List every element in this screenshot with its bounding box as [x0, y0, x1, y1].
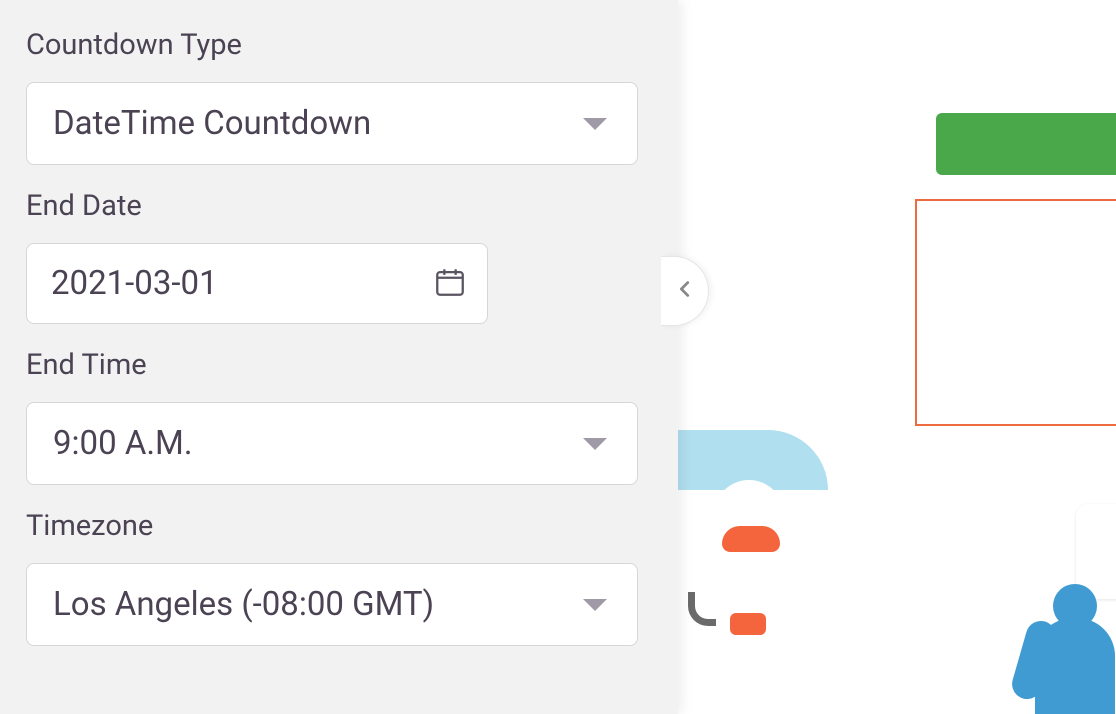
end-time-field: End Time 9:00 A.M. — [26, 348, 652, 485]
timezone-value: Los Angeles (-08:00 GMT) — [53, 585, 434, 624]
countdown-type-value: DateTime Countdown — [53, 104, 371, 143]
end-time-value: 9:00 A.M. — [53, 424, 193, 463]
end-date-field: End Date 2021-03-01 — [26, 189, 652, 324]
chevron-left-icon — [674, 275, 696, 307]
chevron-down-icon — [583, 118, 607, 130]
timezone-field: Timezone Los Angeles (-08:00 GMT) — [26, 509, 652, 646]
preview-green-button — [936, 113, 1116, 175]
preview-astronaut-graphic — [692, 480, 807, 635]
preview-area — [678, 0, 1116, 714]
app-root: Countdown Type DateTime Countdown End Da… — [0, 0, 1116, 714]
end-time-label: End Time — [26, 348, 652, 382]
timezone-select[interactable]: Los Angeles (-08:00 GMT) — [26, 563, 638, 646]
countdown-type-field: Countdown Type DateTime Countdown — [26, 28, 652, 165]
end-date-input[interactable]: 2021-03-01 — [26, 243, 488, 324]
preview-person-graphic — [1029, 584, 1116, 714]
timezone-label: Timezone — [26, 509, 652, 543]
end-time-select[interactable]: 9:00 A.M. — [26, 402, 638, 485]
countdown-type-select[interactable]: DateTime Countdown — [26, 82, 638, 165]
end-date-label: End Date — [26, 189, 652, 223]
countdown-type-label: Countdown Type — [26, 28, 652, 62]
preview-selection-outline — [915, 199, 1116, 426]
end-date-value: 2021-03-01 — [51, 264, 218, 303]
settings-panel: Countdown Type DateTime Countdown End Da… — [0, 0, 678, 714]
chevron-down-icon — [583, 599, 607, 611]
chevron-down-icon — [583, 438, 607, 450]
calendar-icon — [433, 265, 467, 303]
